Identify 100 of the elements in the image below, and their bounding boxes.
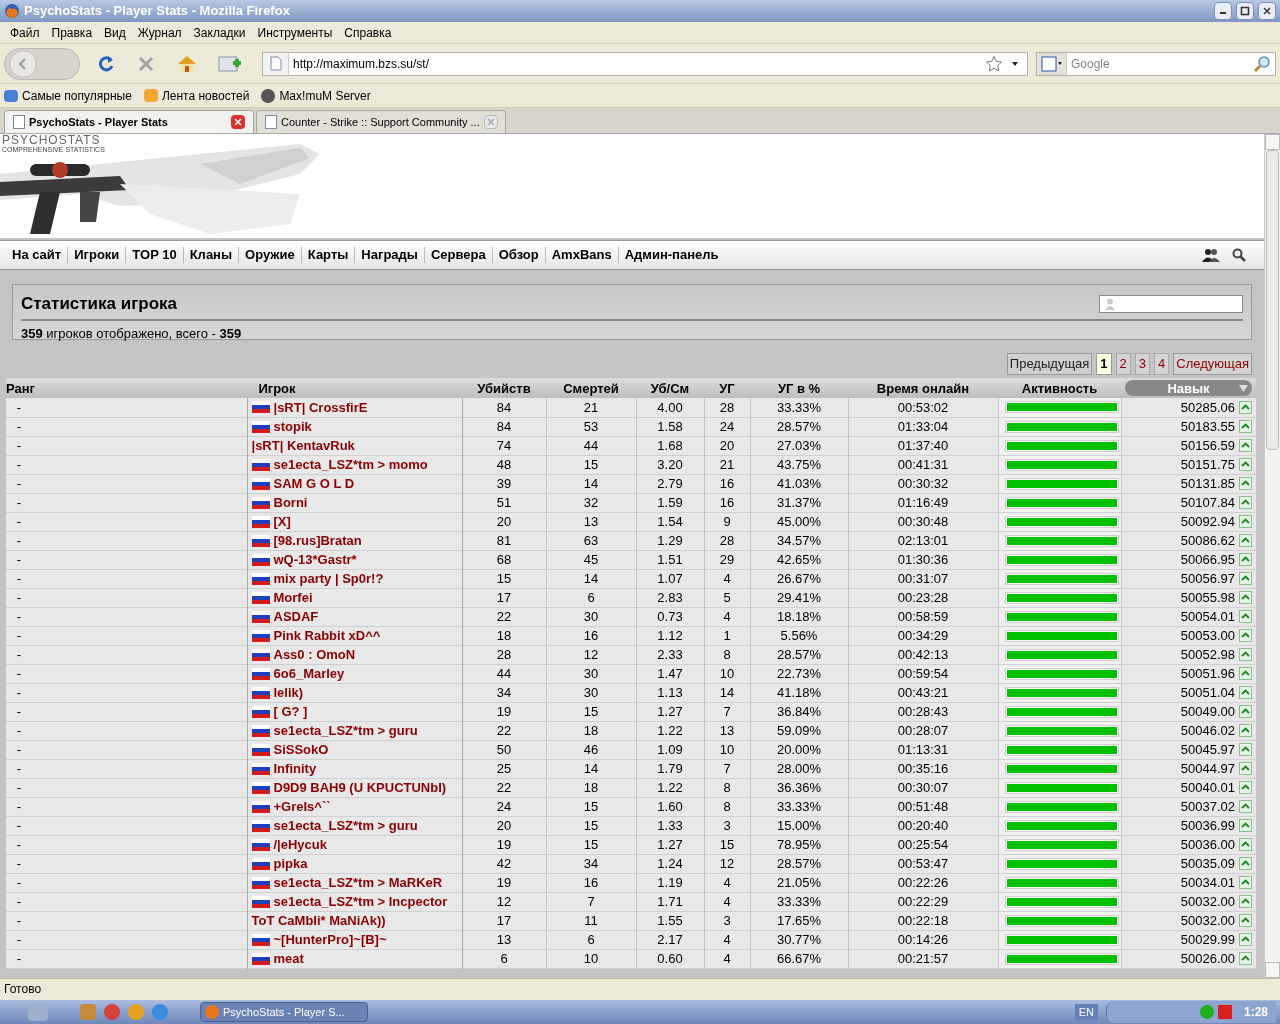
page-link[interactable]: 2 (1115, 353, 1131, 375)
nav-link[interactable]: Сервера (424, 245, 492, 265)
nav-link[interactable]: Карты (301, 245, 355, 265)
tab-close-icon[interactable] (231, 115, 245, 129)
player-link[interactable]: pipka (273, 856, 308, 871)
player-link[interactable]: wQ-13*Gastr* (273, 552, 357, 567)
maximize-button[interactable] (1236, 2, 1254, 20)
menu-item[interactable]: Справка (338, 23, 398, 42)
page-link[interactable]: 3 (1134, 353, 1151, 375)
home-icon[interactable] (176, 53, 198, 74)
player-link[interactable]: se1ecta_LSZ*tm > guru (273, 818, 418, 833)
nav-link[interactable]: Игроки (68, 245, 126, 265)
nav-link[interactable]: На сайт (6, 245, 68, 265)
player-link[interactable]: [ G? ] (273, 704, 308, 719)
column-header[interactable]: Убийств (477, 380, 531, 396)
taskbar-button[interactable]: PsychoStats - Player S... (200, 1002, 368, 1022)
minimize-button[interactable] (1214, 2, 1232, 20)
nav-link[interactable]: AmxBans (545, 245, 618, 265)
menu-item[interactable]: Вид (98, 23, 132, 42)
player-link[interactable]: SAM G O L D (273, 476, 355, 491)
player-link[interactable]: SiSSokO (273, 742, 329, 757)
player-link[interactable]: se1ecta_LSZ*tm > momo (273, 457, 428, 472)
nav-link[interactable]: TOP 10 (126, 245, 183, 265)
column-header[interactable]: Время онлайн (876, 380, 970, 396)
page-link[interactable]: 1 (1096, 353, 1112, 375)
nav-link[interactable]: Оружие (239, 245, 301, 265)
address-field[interactable]: http://maximum.bzs.su/st/ (262, 51, 1028, 76)
player-link[interactable]: lelik) (273, 685, 304, 700)
player-link[interactable]: se1ecta_LSZ*tm > Incpector (273, 894, 448, 909)
player-link[interactable]: [98.rus]Bratan (273, 533, 362, 548)
player-link[interactable]: |sRT| KentavRuk (251, 438, 355, 453)
player-link[interactable]: ToT CaMbIi* MaNiAk)) (251, 913, 386, 928)
player-link[interactable]: 6o6_Marley (273, 666, 345, 681)
player-link[interactable]: ASDAF (273, 609, 319, 624)
search-input[interactable]: Google (1067, 54, 1249, 73)
menu-item[interactable]: Правка (45, 23, 99, 42)
player-link[interactable]: /|eHycuk (273, 837, 327, 852)
column-header[interactable]: Игрок (198, 380, 296, 396)
column-header[interactable]: Уб/См (650, 380, 690, 396)
player-link[interactable]: |sRT| CrossfirE (273, 399, 368, 415)
table-cell: 50049.00 (1180, 704, 1235, 719)
table-cell: 00:30:48 (897, 514, 949, 529)
page-link[interactable]: 4 (1154, 353, 1170, 375)
nav-link[interactable]: Кланы (183, 245, 239, 265)
nav-link[interactable]: Обзор (492, 245, 545, 265)
bookmark[interactable]: Самые популярные (4, 86, 132, 105)
quick-launch-icon[interactable] (104, 1004, 120, 1020)
column-header[interactable]: УГ (719, 380, 735, 396)
player-link[interactable]: meat (273, 951, 304, 966)
bookmark[interactable]: Лента новостей (143, 86, 250, 105)
table-cell: 50029.99 (1180, 932, 1235, 947)
column-header[interactable]: Ранг (6, 380, 35, 396)
bookmark[interactable]: Max!muM Server (261, 86, 371, 105)
menu-item[interactable]: Файл (4, 23, 46, 42)
next-page-link[interactable]: Следующая (1173, 353, 1252, 375)
player-link[interactable]: D9D9 BAH9 (U KPUCTUNbI) (273, 780, 447, 795)
browser-tab[interactable]: PsychoStats - Player Stats (4, 110, 254, 133)
player-link[interactable]: se1ecta_LSZ*tm > guru (273, 723, 418, 738)
scrollbar[interactable] (1264, 134, 1280, 978)
menu-item[interactable]: Инструменты (251, 23, 339, 42)
search-engine-icon[interactable] (1040, 55, 1063, 72)
close-button[interactable] (1258, 2, 1276, 20)
player-link[interactable]: se1ecta_LSZ*tm > MaRKeR (273, 875, 443, 890)
column-header[interactable]: Навык (1125, 380, 1252, 396)
search-icon[interactable] (1232, 248, 1246, 262)
column-header[interactable]: Смертей (563, 380, 619, 396)
player-link[interactable]: +GreIs^`` (273, 799, 331, 814)
player-link[interactable]: Pink Rabbit xD^^ (273, 628, 381, 643)
star-icon[interactable] (985, 54, 1003, 73)
table-cell: 2.33 (657, 647, 683, 662)
browser-tab[interactable]: Counter - Strike :: Support Community ... (256, 110, 506, 133)
player-link[interactable]: ~[HunterPro]~[B]~ (273, 932, 387, 947)
reload-icon[interactable] (96, 53, 116, 74)
table-cell: 18 (583, 780, 599, 795)
player-link[interactable]: Borni (273, 495, 308, 510)
player-link[interactable]: mix party | Sp0r!? (273, 571, 384, 586)
table-cell: 34 (583, 856, 599, 871)
player-link[interactable]: Infinity (273, 761, 317, 776)
search-field[interactable]: Google (1036, 51, 1276, 76)
player-search-field[interactable] (1099, 294, 1243, 313)
column-header[interactable]: Активность (1021, 380, 1098, 396)
start-icon[interactable] (28, 1003, 48, 1021)
tray-icon[interactable] (1217, 1005, 1232, 1019)
table-cell: 21 (719, 457, 735, 472)
users-icon[interactable] (1202, 248, 1220, 262)
menu-item[interactable]: Журнал (131, 23, 188, 42)
player-link[interactable]: [X] (273, 514, 291, 529)
player-link[interactable]: stopik (273, 419, 312, 434)
player-link[interactable]: Morfei (273, 590, 313, 605)
previous-page-link[interactable]: Предыдущая (1006, 353, 1093, 375)
flag-icon (251, 724, 270, 737)
table-cell: 50151.75 (1180, 457, 1235, 472)
player-link[interactable]: Ass0 : OmoN (273, 647, 356, 662)
nav-link[interactable]: Админ-панель (618, 245, 725, 265)
menu-item[interactable]: Закладки (187, 23, 252, 42)
language-indicator[interactable]: EN (1074, 1003, 1098, 1021)
column-header[interactable]: УГ в % (777, 380, 821, 396)
nav-link[interactable]: Награды (355, 245, 424, 265)
back-icon[interactable] (9, 49, 37, 78)
table-cell: 1 (723, 628, 731, 643)
